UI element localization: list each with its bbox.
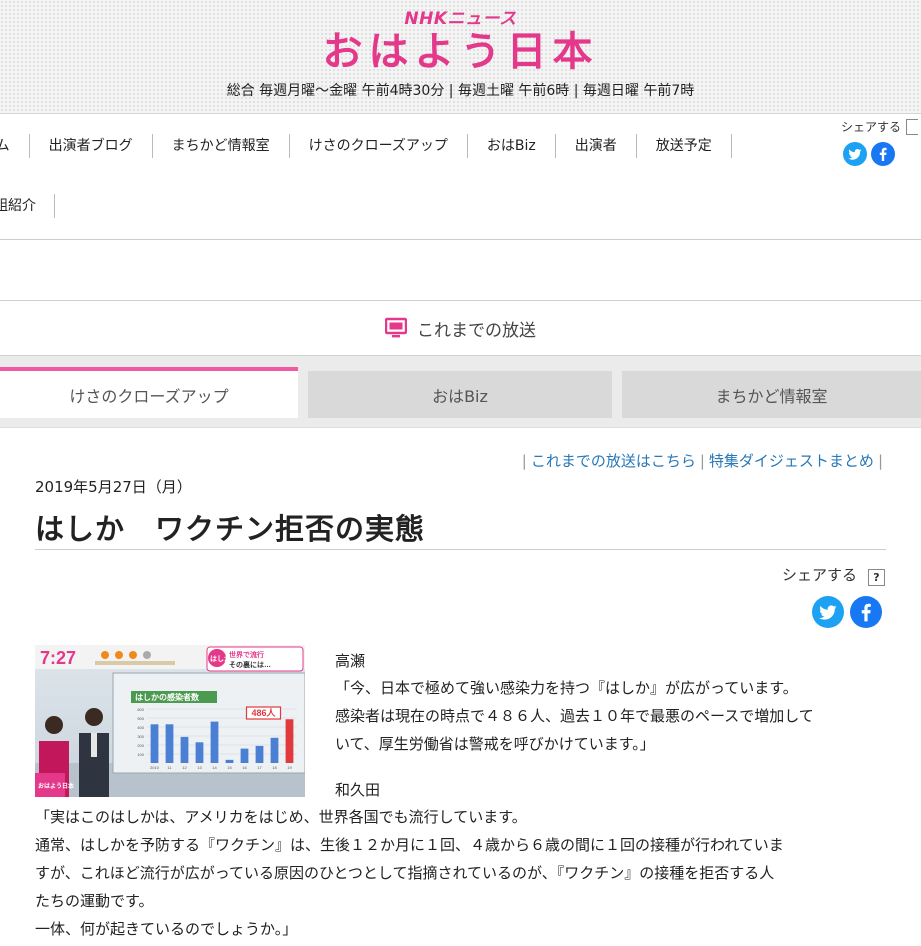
speaker-takase: 高瀬: [335, 652, 366, 670]
chart-x-tick: 13: [197, 765, 202, 770]
twitter-icon[interactable]: [812, 596, 844, 628]
site-header: NHKニュース おはよう日本 総合 毎週月曜～金曜 午前4時30分 | 毎週土曜…: [0, 0, 921, 114]
chart-bar: [240, 748, 249, 763]
article-title: はしか ワクチン拒否の実態: [35, 512, 426, 546]
weather-sun-icon: [129, 651, 137, 659]
nav-item-cast[interactable]: 出演者: [556, 134, 637, 158]
topic-badge: はしか: [210, 655, 231, 663]
chart-x-tick: 18: [272, 765, 277, 770]
weather-sun-icon: [115, 651, 123, 659]
broadcast-schedule: 総合 毎週月曜～金曜 午前4時30分 | 毎週土曜 午前6時 | 毎週日曜 午前…: [226, 83, 695, 99]
chart-bar: [195, 742, 204, 763]
weather-sun-icon: [101, 651, 109, 659]
nav-item-home[interactable]: ーム: [0, 134, 30, 158]
paragraph-line: 一体、何が起きているのでしょうか。」: [35, 920, 298, 938]
chart-y-tick: 200: [137, 743, 144, 748]
paragraph-line: 通常、はしかを予防する『ワクチン』は、生後１２か月に１回、４歳から６歳の間に１回…: [35, 836, 784, 854]
past-broadcasts-label: これまでの放送: [417, 320, 536, 341]
chart-bar: [165, 724, 174, 763]
twitter-icon[interactable]: [843, 142, 867, 166]
chart-x-tick: 17: [257, 765, 262, 770]
chart-bar: [180, 736, 189, 763]
clock-text: 7:27: [40, 648, 76, 668]
chart-bar: [270, 737, 279, 763]
tab-label: おはBiz: [432, 386, 488, 406]
nav-row-1: ーム 出演者ブログ まちかど情報室 けさのクローズアップ おはBiz 出演者 放…: [0, 134, 732, 158]
chart-x-tick: 15: [227, 765, 232, 770]
nav-item-blog[interactable]: 出演者ブログ: [30, 134, 153, 158]
nav-item-ohabiz[interactable]: おはBiz: [468, 134, 556, 158]
program-logo[interactable]: おはよう日本: [0, 26, 921, 78]
topic-caption-1: 世界で流行: [229, 650, 264, 659]
past-broadcasts-link[interactable]: これまでの放送: [0, 300, 921, 356]
still-canvas: 7:27 はしか 世界で流行 その裏には… おはよう日本 はしかの感染者数 10…: [35, 645, 305, 797]
chart-y-tick: 100: [137, 752, 144, 757]
nav-item-program-intro[interactable]: 組紹介: [0, 194, 55, 218]
tv-icon: [384, 317, 408, 339]
chart-bar: [150, 724, 159, 763]
chart-x-tick: 16: [242, 765, 247, 770]
share-top: シェアする: [841, 118, 921, 178]
article-date: 2019年5月27日（月）: [35, 478, 192, 496]
chart-bar: [225, 759, 234, 763]
chart-bar: [210, 721, 219, 763]
paragraph-line: たちの運動です。: [35, 892, 154, 910]
chart-y-tick: 500: [137, 716, 144, 721]
main-nav: ーム 出演者ブログ まちかど情報室 けさのクローズアップ おはBiz 出演者 放…: [0, 114, 921, 240]
digest-link[interactable]: 特集ダイジェストまとめ: [709, 452, 874, 470]
tab-label: まちかど情報室: [715, 386, 828, 406]
weather-cloud-icon: [143, 651, 151, 659]
chart-bar: [255, 745, 264, 763]
paragraph-line: 「実はこのはしかは、アメリカをはじめ、世界各国でも流行しています。: [35, 808, 527, 826]
speaker-wakuda: 和久田: [335, 781, 381, 799]
paragraph-1: 「今、日本で極めて強い感染力を持つ『はしか』が広がっています。 感染者は現在の時…: [335, 674, 814, 758]
tab-label: けさのクローズアップ: [69, 386, 229, 406]
share-label: シェアする: [782, 566, 858, 584]
paragraph-2: 「実はこのはしかは、アメリカをはじめ、世界各国でも流行しています。 通常、はしか…: [35, 803, 784, 943]
facebook-icon[interactable]: [850, 596, 882, 628]
chart-annotation: 486人: [251, 707, 276, 718]
title-divider: [35, 549, 886, 550]
article-share: シェアする ?: [782, 564, 886, 630]
chart-x-tick: 14: [212, 765, 217, 770]
tab-ohabiz[interactable]: おはBiz: [308, 371, 612, 418]
chart-y-tick: 400: [137, 725, 144, 730]
paragraph-line: 「今、日本で極めて強い感染力を持つ『はしか』が広がっています。: [335, 679, 798, 697]
chart-title: はしかの感染者数: [135, 692, 200, 702]
past-broadcasts-here-link[interactable]: これまでの放送はこちら: [531, 452, 696, 470]
tab-machikado[interactable]: まちかど情報室: [622, 371, 921, 418]
facebook-icon[interactable]: [871, 142, 895, 166]
broadcast-still: 7:27 はしか 世界で流行 その裏には… おはよう日本 はしかの感染者数 10…: [35, 645, 305, 797]
corner-logo: おはよう日本: [38, 782, 75, 790]
nav-item-schedule[interactable]: 放送予定: [637, 134, 732, 158]
chart-x-tick: 2010: [150, 765, 160, 770]
chart-bar: [285, 719, 294, 763]
help-icon[interactable]: ?: [868, 569, 885, 586]
paragraph-line: 感染者は現在の時点で４８６人、過去１０年で最悪のペースで増加して: [335, 707, 814, 725]
nav-item-machikado[interactable]: まちかど情報室: [153, 134, 290, 158]
nav-item-closeup[interactable]: けさのクローズアップ: [290, 134, 468, 158]
paragraph-line: いて、厚生労働省は警戒を呼びかけています。」: [335, 735, 655, 753]
tab-closeup[interactable]: けさのクローズアップ: [0, 367, 298, 418]
nav-row-2: 組紹介: [0, 194, 55, 218]
help-icon[interactable]: [906, 119, 918, 135]
chart-y-tick: 600: [137, 707, 144, 712]
paragraph-line: すが、これほど流行が広がっている原因のひとつとして指摘されているのが、『ワクチン…: [35, 864, 775, 882]
article-links: | これまでの放送はこちら | 特集ダイジェストまとめ |: [521, 452, 883, 470]
chart-y-tick: 300: [137, 734, 144, 739]
topic-caption-2: その裏には…: [229, 660, 271, 669]
chart-x-tick: 19: [287, 765, 292, 770]
share-label: シェアする: [841, 120, 902, 134]
chart-x-tick: 12: [182, 765, 187, 770]
